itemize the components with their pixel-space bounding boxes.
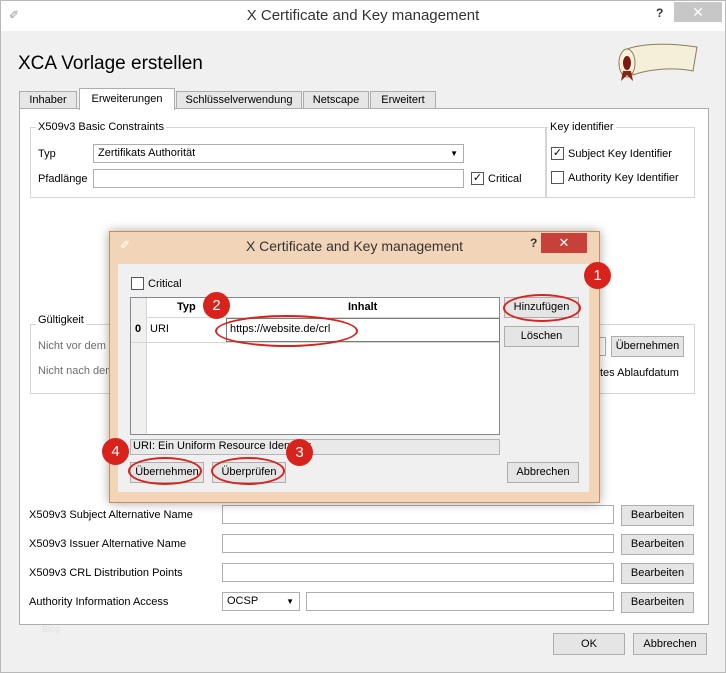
column-typ[interactable]: Typ [177, 301, 196, 313]
aia-input[interactable] [306, 592, 614, 611]
aia-select[interactable]: OCSP ▼ [222, 592, 300, 611]
tab-erweiterungen[interactable]: Erweiterungen [79, 88, 175, 110]
dialog-help-button[interactable]: ? [530, 236, 537, 250]
validity-title: Gültigkeit [36, 314, 86, 326]
authority-key-identifier-label: Authority Key Identifier [568, 172, 679, 184]
highlight-url-field [215, 315, 358, 347]
san-label: X509v3 Subject Alternative Name [29, 509, 193, 521]
ian-edit-button[interactable]: Bearbeiten [621, 534, 694, 555]
watermark: Blog [42, 624, 61, 634]
critical-checkbox[interactable]: ✓ [471, 172, 484, 185]
xca-logo-icon [618, 43, 698, 81]
san-input[interactable] [222, 505, 614, 524]
window-title: X Certificate and Key management [246, 7, 480, 24]
marker-4: 4 [102, 438, 129, 465]
row-type: URI [150, 323, 169, 335]
ian-label: X509v3 Issuer Alternative Name [29, 538, 187, 550]
highlight-apply-button [128, 457, 202, 485]
subject-key-identifier-checkbox[interactable]: ✓ [551, 147, 564, 160]
crl-label: X509v3 CRL Distribution Points [29, 567, 183, 579]
marker-2: 2 [203, 292, 230, 319]
key-identifier-group [546, 127, 695, 198]
tab-schluesselverwendung[interactable]: Schlüsselverwendung [176, 91, 302, 109]
marker-1: 1 [584, 262, 611, 289]
crl-input[interactable] [222, 563, 614, 582]
san-edit-button[interactable]: Bearbeiten [621, 505, 694, 526]
pfadlaenge-label: Pfadlänge [38, 173, 88, 185]
ok-button[interactable]: OK [553, 633, 625, 655]
aia-select-value: OCSP [227, 595, 259, 607]
typ-label: Typ [38, 148, 56, 160]
authority-key-identifier-checkbox[interactable] [551, 171, 564, 184]
close-button[interactable]: ✕ [674, 2, 722, 22]
aia-edit-button[interactable]: Bearbeiten [621, 592, 694, 613]
cancel-button[interactable]: Abbrechen [633, 633, 707, 655]
typ-select-value: Zertifikats Authorität [98, 147, 196, 159]
expiry-date-label: tes Ablaufdatum [600, 367, 679, 379]
marker-3: 3 [286, 439, 313, 466]
aia-label: Authority Information Access [29, 596, 169, 608]
dialog-cancel-button[interactable]: Abbrechen [507, 462, 579, 483]
not-after-label: Nicht nach dem [38, 365, 115, 377]
dialog-close-button[interactable]: ✕ [541, 233, 587, 253]
dialog-critical-checkbox[interactable] [131, 277, 144, 290]
title-bar: ✐ X Certificate and Key management ? ✕ [1, 1, 725, 31]
tab-erweitert[interactable]: Erweitert [370, 91, 436, 109]
not-before-label: Nicht vor dem [38, 340, 106, 352]
tab-inhaber[interactable]: Inhaber [19, 91, 77, 109]
delete-button[interactable]: Löschen [504, 326, 579, 347]
dialog-critical-label: Critical [148, 278, 182, 290]
pfadlaenge-input[interactable] [93, 169, 464, 188]
chevron-down-icon: ▼ [450, 149, 458, 158]
key-identifier-title: Key identifier [548, 121, 616, 133]
validity-apply-button[interactable]: Übernehmen [611, 336, 684, 357]
tab-netscape[interactable]: Netscape [303, 91, 369, 109]
crl-edit-button[interactable]: Bearbeiten [621, 563, 694, 584]
highlight-add-button [503, 294, 581, 322]
page-title: XCA Vorlage erstellen [18, 53, 203, 74]
ian-input[interactable] [222, 534, 614, 553]
subject-key-identifier-label: Subject Key Identifier [568, 148, 672, 160]
highlight-validate-button [211, 457, 285, 485]
row-index: 0 [135, 323, 142, 335]
critical-label: Critical [488, 173, 522, 185]
status-text: URI: Ein Uniform Resource Identifier [133, 440, 311, 452]
help-button[interactable]: ? [656, 6, 663, 20]
dialog-title: X Certificate and Key management [245, 238, 464, 254]
chevron-down-icon: ▼ [286, 597, 294, 606]
column-inhalt[interactable]: Inhalt [348, 301, 377, 313]
status-bar: URI: Ein Uniform Resource Identifier [130, 439, 500, 455]
basic-constraints-title: X509v3 Basic Constraints [36, 121, 166, 133]
typ-select[interactable]: Zertifikats Authorität ▼ [93, 144, 464, 163]
